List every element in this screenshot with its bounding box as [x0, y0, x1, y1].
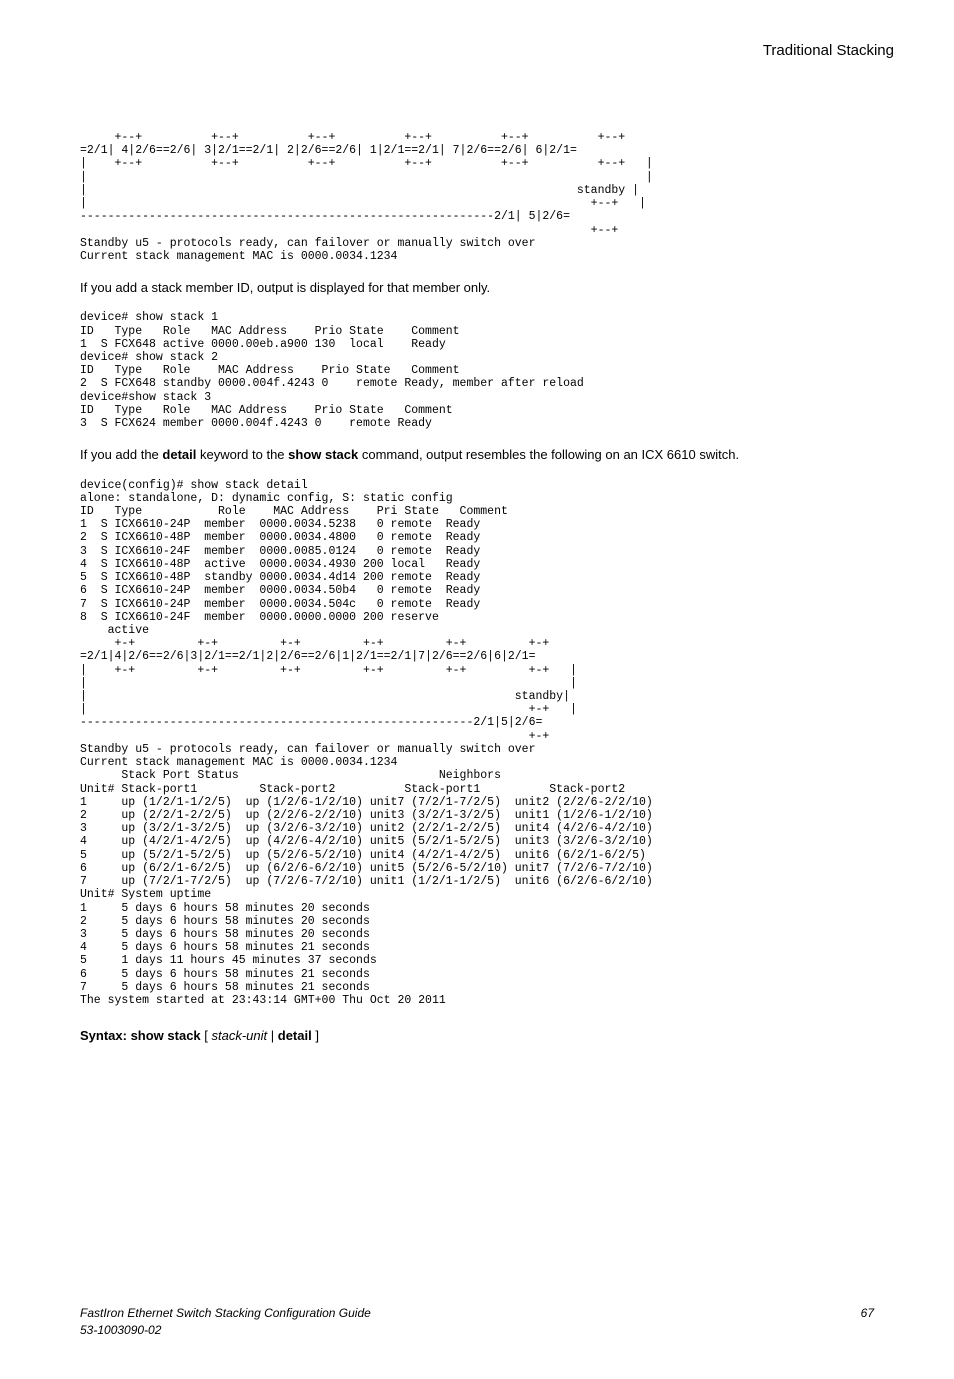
- paragraph-member-id-note: If you add a stack member ID, output is …: [80, 279, 874, 297]
- syntax-separator: |: [267, 1028, 278, 1043]
- footer-doc-number: 53-1003090-02: [80, 1322, 371, 1339]
- syntax-label: Syntax: show stack: [80, 1028, 201, 1043]
- footer-doc-title: FastIron Ethernet Switch Stacking Config…: [80, 1305, 371, 1322]
- paragraph-detail-keyword-note: If you add the detail keyword to the sho…: [80, 446, 874, 464]
- syntax-keyword-detail: detail: [278, 1028, 312, 1043]
- para2-text-pre: If you add the: [80, 447, 162, 462]
- syntax-close-bracket: ]: [312, 1028, 319, 1043]
- cli-output-show-stack-detail: device(config)# show stack detail alone:…: [80, 479, 874, 1008]
- para2-text-mid: keyword to the: [196, 447, 288, 462]
- footer-page-number: 67: [861, 1305, 874, 1339]
- running-header: Traditional Stacking: [80, 40, 894, 61]
- para2-keyword-showstack: show stack: [288, 447, 358, 462]
- page-footer: FastIron Ethernet Switch Stacking Config…: [80, 1305, 874, 1339]
- footer-left: FastIron Ethernet Switch Stacking Config…: [80, 1305, 371, 1339]
- cli-output-show-stack-members: device# show stack 1 ID Type Role MAC Ad…: [80, 311, 874, 430]
- cli-output-topology: +--+ +--+ +--+ +--+ +--+ +--+ =2/1| 4|2/…: [80, 131, 874, 263]
- syntax-arg-stack-unit: stack-unit: [212, 1028, 268, 1043]
- syntax-open-bracket: [: [201, 1028, 212, 1043]
- para2-keyword-detail: detail: [162, 447, 196, 462]
- para2-text-post: command, output resembles the following …: [358, 447, 739, 462]
- syntax-line: Syntax: show stack [ stack-unit | detail…: [80, 1027, 874, 1045]
